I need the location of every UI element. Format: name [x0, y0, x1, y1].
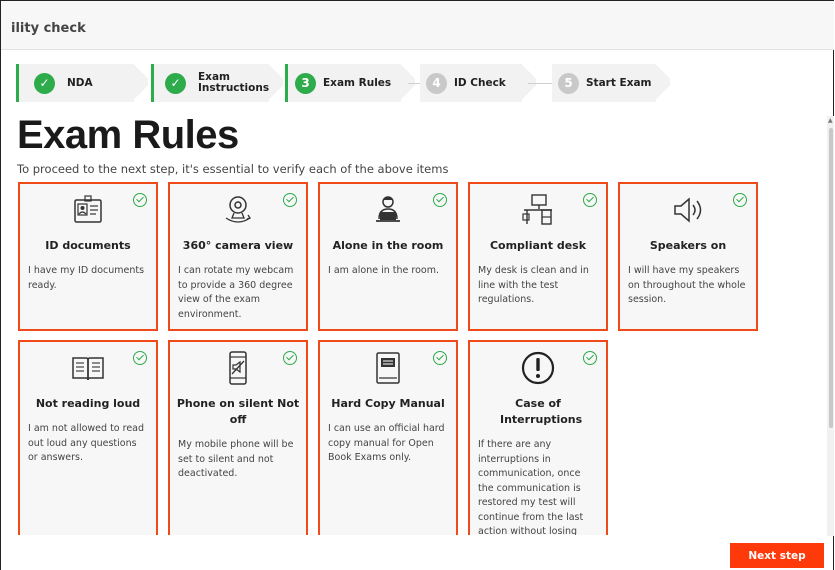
step-label: NDA	[67, 76, 93, 89]
step-connector	[408, 83, 420, 84]
check-icon: ✓	[165, 72, 186, 94]
card-title: 360° camera view	[182, 239, 294, 252]
card-description: If there are any interruptions in commun…	[478, 439, 584, 537]
title-bar: ility check	[1, 1, 834, 50]
step-label: Start Exam	[586, 76, 652, 89]
phone-muted-icon	[229, 351, 247, 385]
card-description: My desk is clean and in line with the te…	[478, 265, 589, 305]
rule-card-speakers-on[interactable]: Speakers on I will have my speakers on t…	[618, 182, 758, 331]
check-circle-icon	[583, 193, 597, 207]
desk-icon	[522, 194, 552, 225]
step-number-badge: 3	[295, 72, 316, 94]
card-description: I am alone in the room.	[328, 265, 439, 276]
id-card-icon	[74, 195, 102, 223]
rule-card-not-reading-loud[interactable]: Not reading loud I am not allowed to rea…	[18, 340, 158, 540]
check-circle-icon	[433, 351, 447, 365]
step-exam-rules[interactable]: 3 Exam Rules	[285, 64, 401, 102]
check-circle-icon	[433, 193, 447, 207]
step-label: Exam Rules	[323, 76, 392, 89]
rule-card-id-documents[interactable]: ID documents I have my ID documents read…	[18, 182, 158, 331]
card-title: Phone on silent Not off	[176, 397, 300, 426]
check-icon: ✓	[34, 72, 55, 94]
card-description: My mobile phone will be set to silent an…	[178, 439, 294, 479]
card-title: Not reading loud	[35, 397, 141, 410]
check-circle-icon	[283, 351, 297, 365]
card-description: I can rotate my webcam to provide a 360 …	[178, 265, 294, 320]
scroll-up-arrow-icon[interactable]: ▲	[828, 117, 833, 124]
speaker-icon	[674, 197, 702, 223]
rule-card-360-camera-view[interactable]: 360° camera view I can rotate my webcam …	[168, 182, 308, 331]
card-title: Case of Interruptions	[500, 397, 583, 426]
card-title: Alone in the room	[332, 239, 444, 252]
exclamation-circle-icon	[521, 351, 555, 385]
step-number-badge: 5	[558, 72, 579, 94]
webcam-rotate-icon	[225, 196, 252, 223]
step-connector	[528, 83, 552, 84]
rule-card-compliant-desk[interactable]: Compliant desk My desk is clean and in l…	[468, 182, 608, 331]
card-description: I can use an official hard copy manual f…	[328, 423, 445, 463]
card-description: I have my ID documents ready.	[28, 265, 145, 291]
check-circle-icon	[133, 193, 147, 207]
check-circle-icon	[283, 193, 297, 207]
content-fade	[1, 535, 827, 569]
next-step-button[interactable]: Next step	[730, 543, 824, 568]
rule-card-case-of-interruptions[interactable]: Case of Interruptions If there are any i…	[468, 340, 608, 540]
rule-card-alone-in-room[interactable]: Alone in the room I am alone in the room…	[318, 182, 458, 331]
step-nda[interactable]: ✓ NDA	[16, 64, 134, 102]
open-book-icon	[72, 357, 104, 381]
manual-book-icon	[376, 352, 400, 384]
window-title: ility check	[11, 21, 86, 36]
card-description: I am not allowed to read out loud any qu…	[28, 423, 145, 463]
step-label: Exam Instructions	[198, 71, 270, 94]
step-number-badge: 4	[426, 72, 447, 94]
person-at-laptop-icon	[376, 196, 400, 222]
card-title: Compliant desk	[489, 239, 587, 252]
check-circle-icon	[583, 351, 597, 365]
check-circle-icon	[733, 193, 747, 207]
scrollbar-thumb[interactable]	[829, 128, 833, 428]
card-title: ID documents	[45, 239, 131, 252]
page-subtitle: To proceed to the next step, it's essent…	[17, 162, 449, 176]
step-id-check[interactable]: 4 ID Check	[420, 64, 522, 102]
card-title: Hard Copy Manual	[331, 397, 445, 410]
step-start-exam[interactable]: 5 Start Exam	[552, 64, 656, 102]
rule-card-phone-on-silent[interactable]: Phone on silent Not off My mobile phone …	[168, 340, 308, 540]
card-description: I will have my speakers on throughout th…	[628, 265, 746, 305]
rule-card-hard-copy-manual[interactable]: Hard Copy Manual I can use an official h…	[318, 340, 458, 540]
step-label: ID Check	[454, 76, 506, 89]
check-circle-icon	[133, 351, 147, 365]
card-title: Speakers on	[649, 239, 727, 252]
page-title: Exam Rules	[17, 113, 239, 157]
step-exam-instructions[interactable]: ✓ Exam Instructions	[151, 64, 269, 102]
